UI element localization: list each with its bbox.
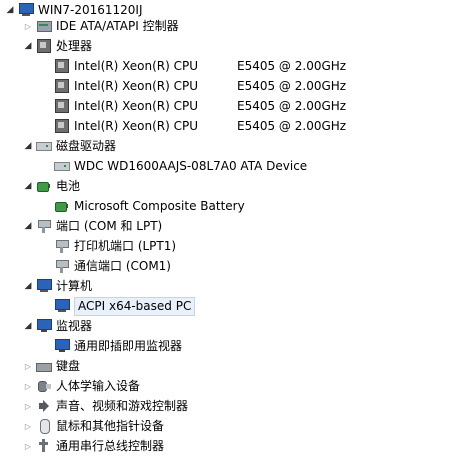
leaf-label: 打印机端口 (LPT1)	[74, 239, 177, 253]
cpu-name: Intel(R) Xeon(R) CPU	[74, 79, 199, 93]
monitor-icon	[36, 318, 52, 334]
port-icon	[54, 238, 70, 254]
tree-node-sound[interactable]: ▷ 声音、视频和游戏控制器	[0, 396, 188, 416]
tree-node-processor[interactable]: ◢ 处理器	[0, 36, 92, 56]
tree-leaf-monitor[interactable]: · 通用即插即用监视器	[0, 336, 182, 356]
processor-icon	[54, 118, 70, 134]
tree-node-monitors[interactable]: ◢ 监视器	[0, 316, 92, 336]
expand-arrow-icon[interactable]: ▷	[22, 436, 34, 456]
cpu-model: E5405 @ 2.00GHz	[237, 79, 347, 93]
tree-leaf-cpu[interactable]: · Intel(R) Xeon(R) CPUE5405 @ 2.00GHz	[0, 96, 346, 116]
tree-node-computer[interactable]: ◢ 计算机	[0, 276, 92, 296]
battery-icon	[54, 198, 70, 214]
leaf-label: WDC WD1600AAJS-08L7A0 ATA Device	[74, 159, 308, 173]
monitor-icon	[54, 338, 70, 354]
tree-leaf-disk[interactable]: · WDC WD1600AAJS-08L7A0 ATA Device	[0, 156, 307, 176]
tree-node-usb[interactable]: ▷ 通用串行总线控制器	[0, 436, 164, 456]
disk-drive-icon	[36, 138, 52, 154]
port-icon	[36, 218, 52, 234]
expand-arrow-icon[interactable]: ▷	[22, 416, 34, 436]
node-label: 计算机	[56, 279, 93, 293]
node-label: 通用串行总线控制器	[56, 439, 165, 453]
leaf-label: Microsoft Composite Battery	[74, 199, 245, 213]
leaf-label: 通信端口 (COM1)	[74, 259, 171, 273]
leaf-label: 通用即插即用监视器	[74, 339, 183, 353]
disk-drive-icon	[54, 158, 70, 174]
tree-leaf-port[interactable]: · 打印机端口 (LPT1)	[0, 236, 176, 256]
expand-arrow-icon[interactable]: ▷	[22, 16, 34, 36]
mouse-icon	[36, 418, 52, 434]
computer-icon	[36, 278, 52, 294]
node-label: 处理器	[56, 39, 93, 53]
processor-icon	[54, 58, 70, 74]
collapse-arrow-icon[interactable]: ◢	[22, 36, 34, 56]
expand-arrow-icon[interactable]: ▷	[22, 376, 34, 396]
processor-icon	[54, 78, 70, 94]
cpu-model: E5405 @ 2.00GHz	[237, 99, 347, 113]
ide-controller-icon	[36, 18, 52, 34]
collapse-arrow-icon[interactable]: ◢	[22, 176, 34, 196]
device-manager-tree: ◢ WIN7-20161120IJ ▷ IDE ATA/ATAPI 控制器 ◢ …	[0, 0, 474, 459]
expand-arrow-icon[interactable]: ▷	[22, 356, 34, 376]
tree-leaf-cpu[interactable]: · Intel(R) Xeon(R) CPUE5405 @ 2.00GHz	[0, 76, 346, 96]
cpu-model: E5405 @ 2.00GHz	[237, 119, 347, 133]
tree-leaf-computer[interactable]: · ACPI x64-based PC	[0, 296, 196, 316]
node-label: 监视器	[56, 319, 93, 333]
cpu-name: Intel(R) Xeon(R) CPU	[74, 99, 199, 113]
tree-node-mice[interactable]: ▷ 鼠标和其他指针设备	[0, 416, 164, 436]
hid-icon	[36, 378, 52, 394]
sound-icon	[36, 398, 52, 414]
cpu-model: E5405 @ 2.00GHz	[237, 59, 347, 73]
port-icon	[54, 258, 70, 274]
computer-icon	[54, 298, 70, 314]
node-label: IDE ATA/ATAPI 控制器	[56, 19, 179, 33]
battery-icon	[36, 178, 52, 194]
collapse-arrow-icon[interactable]: ◢	[22, 276, 34, 296]
processor-icon	[54, 98, 70, 114]
processor-icon	[36, 38, 52, 54]
node-label: 声音、视频和游戏控制器	[56, 399, 189, 413]
tree-node-ide[interactable]: ▷ IDE ATA/ATAPI 控制器	[0, 16, 179, 36]
node-label: 键盘	[56, 359, 81, 373]
tree-node-hid[interactable]: ▷ 人体学输入设备	[0, 376, 140, 396]
tree-node-disk-drives[interactable]: ◢ 磁盘驱动器	[0, 136, 116, 156]
cpu-name: Intel(R) Xeon(R) CPU	[74, 59, 199, 73]
collapse-arrow-icon[interactable]: ◢	[22, 136, 34, 156]
node-label: 电池	[56, 179, 81, 193]
cpu-name: Intel(R) Xeon(R) CPU	[74, 119, 199, 133]
node-label: 磁盘驱动器	[56, 139, 117, 153]
tree-leaf-cpu[interactable]: · Intel(R) Xeon(R) CPUE5405 @ 2.00GHz	[0, 116, 346, 136]
tree-leaf-cpu[interactable]: · Intel(R) Xeon(R) CPUE5405 @ 2.00GHz	[0, 56, 346, 76]
node-label: 人体学输入设备	[56, 379, 141, 393]
selected-leaf-label: ACPI x64-based PC	[74, 296, 196, 316]
node-label: 鼠标和其他指针设备	[56, 419, 165, 433]
tree-node-keyboards[interactable]: ▷ 键盘	[0, 356, 80, 376]
tree-leaf-battery[interactable]: · Microsoft Composite Battery	[0, 196, 245, 216]
tree-leaf-port[interactable]: · 通信端口 (COM1)	[0, 256, 171, 276]
tree-node-ports[interactable]: ◢ 端口 (COM 和 LPT)	[0, 216, 162, 236]
tree-node-batteries[interactable]: ◢ 电池	[0, 176, 80, 196]
collapse-arrow-icon[interactable]: ◢	[22, 216, 34, 236]
usb-icon	[36, 438, 52, 454]
keyboard-icon	[36, 358, 52, 374]
expand-arrow-icon[interactable]: ▷	[22, 396, 34, 416]
node-label: 端口 (COM 和 LPT)	[56, 219, 163, 233]
collapse-arrow-icon[interactable]: ◢	[22, 316, 34, 336]
